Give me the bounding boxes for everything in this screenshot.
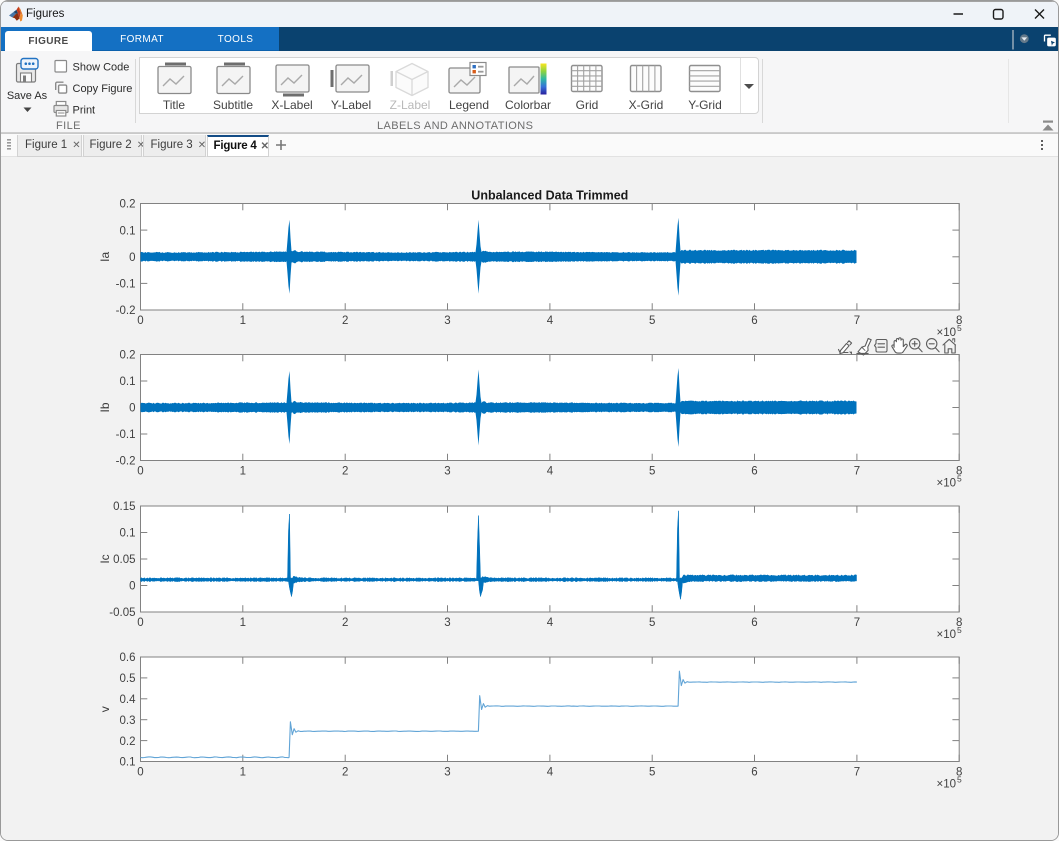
svg-text:Copy Figure: Copy Figure [73,83,133,95]
svg-text:Show Code: Show Code [73,61,130,73]
svg-text:Save As: Save As [7,90,48,102]
svg-text:Print: Print [73,104,96,116]
